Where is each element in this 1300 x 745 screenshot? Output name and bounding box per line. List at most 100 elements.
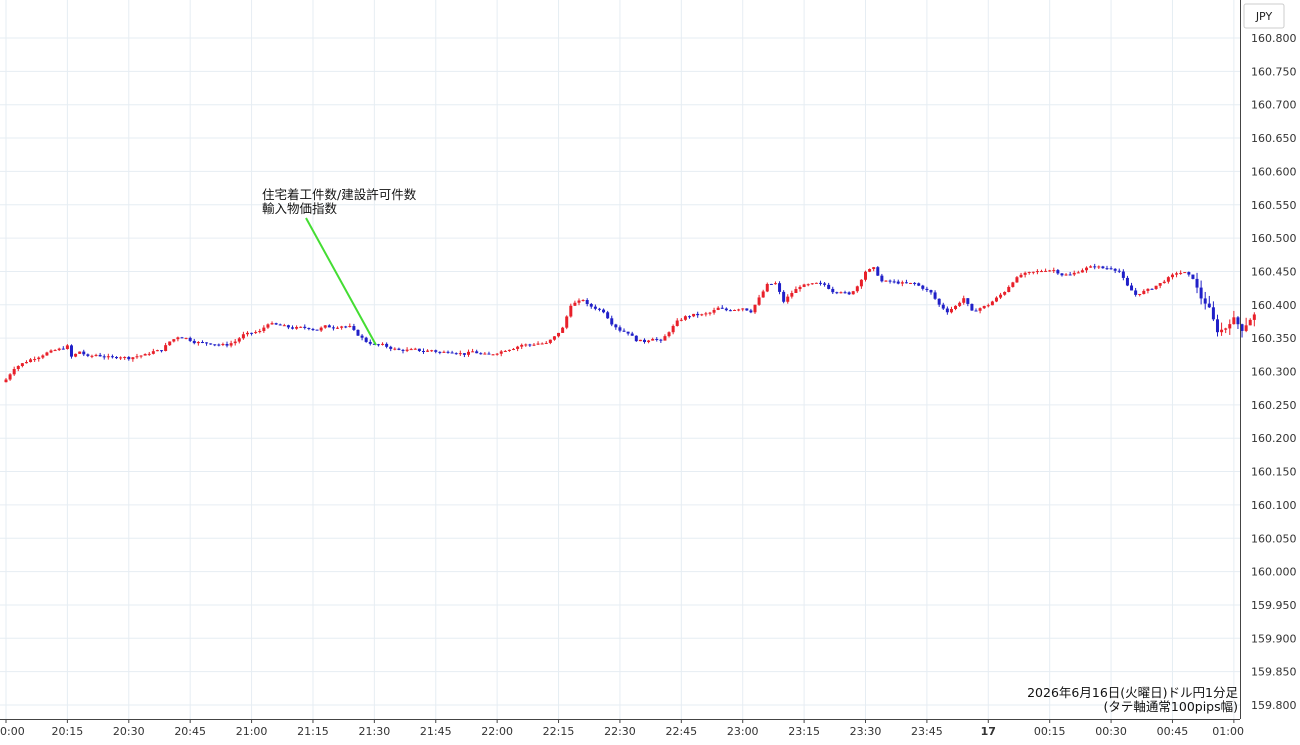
- x-tick-label: 0:00: [0, 725, 25, 738]
- candle-body-down: [1060, 273, 1064, 276]
- candle-body-up: [561, 327, 565, 333]
- candle-body-up: [135, 356, 139, 358]
- candle-body-up: [577, 300, 581, 303]
- candle-body-down: [655, 338, 659, 340]
- candle-body-up: [1007, 286, 1011, 292]
- candle-body-up: [647, 340, 651, 343]
- candle-body-up: [37, 357, 41, 360]
- candle-body-down: [843, 292, 847, 294]
- candle-body-up: [990, 301, 994, 306]
- candle-body-up: [1052, 270, 1056, 272]
- candle-body-up: [196, 342, 200, 344]
- candle-body-down: [974, 310, 978, 312]
- candle-body-up: [147, 353, 151, 355]
- candle-body-down: [311, 328, 315, 330]
- candle-body-down: [1125, 277, 1129, 286]
- x-tick-label: 00:30: [1095, 725, 1127, 738]
- candle-body-up: [78, 351, 82, 354]
- candle-body-down: [417, 348, 421, 352]
- candle-body-up: [381, 343, 385, 345]
- candle-body-down: [688, 316, 692, 318]
- candle-body-down: [941, 304, 945, 309]
- candle-body-down: [331, 327, 335, 329]
- candle-body-up: [507, 349, 511, 351]
- candle-body-down: [888, 280, 892, 282]
- x-tick-label: 21:30: [359, 725, 391, 738]
- candle-body-down: [606, 312, 610, 319]
- chart-root: 住宅着工件数/建設許可件数 輸入物価指数 JPY 160.800 160.750 1…: [0, 0, 1300, 745]
- candle-body-down: [1211, 307, 1215, 320]
- candle-body-up: [986, 305, 990, 307]
- candle-body-down: [1109, 268, 1113, 270]
- candle-body-up: [336, 327, 340, 329]
- candle-body-up: [155, 350, 159, 352]
- candle-body-up: [757, 297, 761, 305]
- x-tick-label: 20:30: [113, 725, 145, 738]
- candle-body-up: [900, 282, 904, 284]
- candle-body-up: [909, 282, 913, 284]
- candle-body-up: [958, 302, 962, 306]
- y-tick-label: 160.450: [1251, 265, 1297, 278]
- candle-body-up: [737, 309, 741, 311]
- candle-body-down: [904, 282, 908, 284]
- candle-body-up: [29, 359, 33, 363]
- candle-body-up: [692, 313, 696, 317]
- candlestick-chart: 住宅着工件数/建設許可件数 輸入物価指数 JPY 160.800160.7501…: [0, 0, 1297, 738]
- candle-body-up: [1146, 288, 1150, 291]
- y-tick-label: 160.500: [1251, 232, 1297, 245]
- candle-body-down: [397, 348, 401, 350]
- y-tick-label: 160.550: [1251, 199, 1297, 212]
- candle-body-up: [557, 332, 561, 337]
- candle-body-up: [1228, 324, 1232, 329]
- candle-body-up: [1039, 271, 1043, 273]
- candle-body-down: [929, 290, 933, 293]
- candle-body-up: [172, 339, 176, 342]
- chart-caption-line: (タテ軸通常100pips幅): [1104, 699, 1238, 714]
- candle-body-up: [1048, 270, 1052, 272]
- candle-body-up: [1162, 281, 1166, 284]
- candle-body-down: [1236, 317, 1240, 325]
- candle-body-down: [274, 323, 278, 325]
- candle-body-down: [303, 326, 307, 328]
- candle-body-down: [925, 288, 929, 291]
- x-tick-label: 21:00: [236, 725, 268, 738]
- candle-body-down: [945, 308, 949, 313]
- candle-body-up: [536, 343, 540, 345]
- annotation-text-line: 輸入物価指数: [262, 201, 338, 216]
- candle-body-up: [716, 307, 720, 310]
- candle-body-up: [978, 308, 982, 311]
- candle-body-up: [164, 345, 168, 351]
- candle-body-down: [1113, 268, 1117, 271]
- y-tick-label: 160.700: [1251, 99, 1297, 112]
- candle-body-up: [1027, 271, 1031, 273]
- candle-body-up: [151, 351, 155, 354]
- candle-body-down: [360, 335, 364, 338]
- y-tick-label: 160.800: [1251, 32, 1297, 45]
- candle-body-down: [475, 351, 479, 354]
- candle-body-up: [499, 351, 503, 354]
- candle-body-down: [602, 309, 606, 313]
- candle-body-down: [966, 298, 970, 304]
- candle-body-down: [749, 310, 753, 313]
- candle-body-up: [426, 350, 430, 352]
- y-tick-label: 160.250: [1251, 399, 1297, 412]
- candle-body-up: [994, 297, 998, 302]
- candle-body-down: [585, 300, 589, 304]
- candle-body-up: [254, 332, 258, 334]
- candle-body-up: [786, 296, 790, 302]
- candle-body-up: [266, 324, 270, 328]
- candle-body-down: [127, 357, 131, 360]
- candle-body-down: [642, 339, 646, 343]
- candle-body-down: [720, 307, 724, 309]
- candle-body-up: [798, 286, 802, 290]
- y-tick-label: 160.400: [1251, 299, 1297, 312]
- x-tick-label: 00:15: [1034, 725, 1066, 738]
- candle-body-up: [41, 355, 45, 358]
- candle-body-up: [168, 341, 172, 346]
- candle-body-down: [597, 308, 601, 310]
- annotation-text-line: 住宅着工件数/建設許可件数: [262, 187, 417, 202]
- candle-body-up: [1097, 266, 1101, 268]
- candle-body-up: [683, 316, 687, 320]
- candle-body-up: [1175, 273, 1179, 275]
- candle-body-down: [102, 356, 106, 358]
